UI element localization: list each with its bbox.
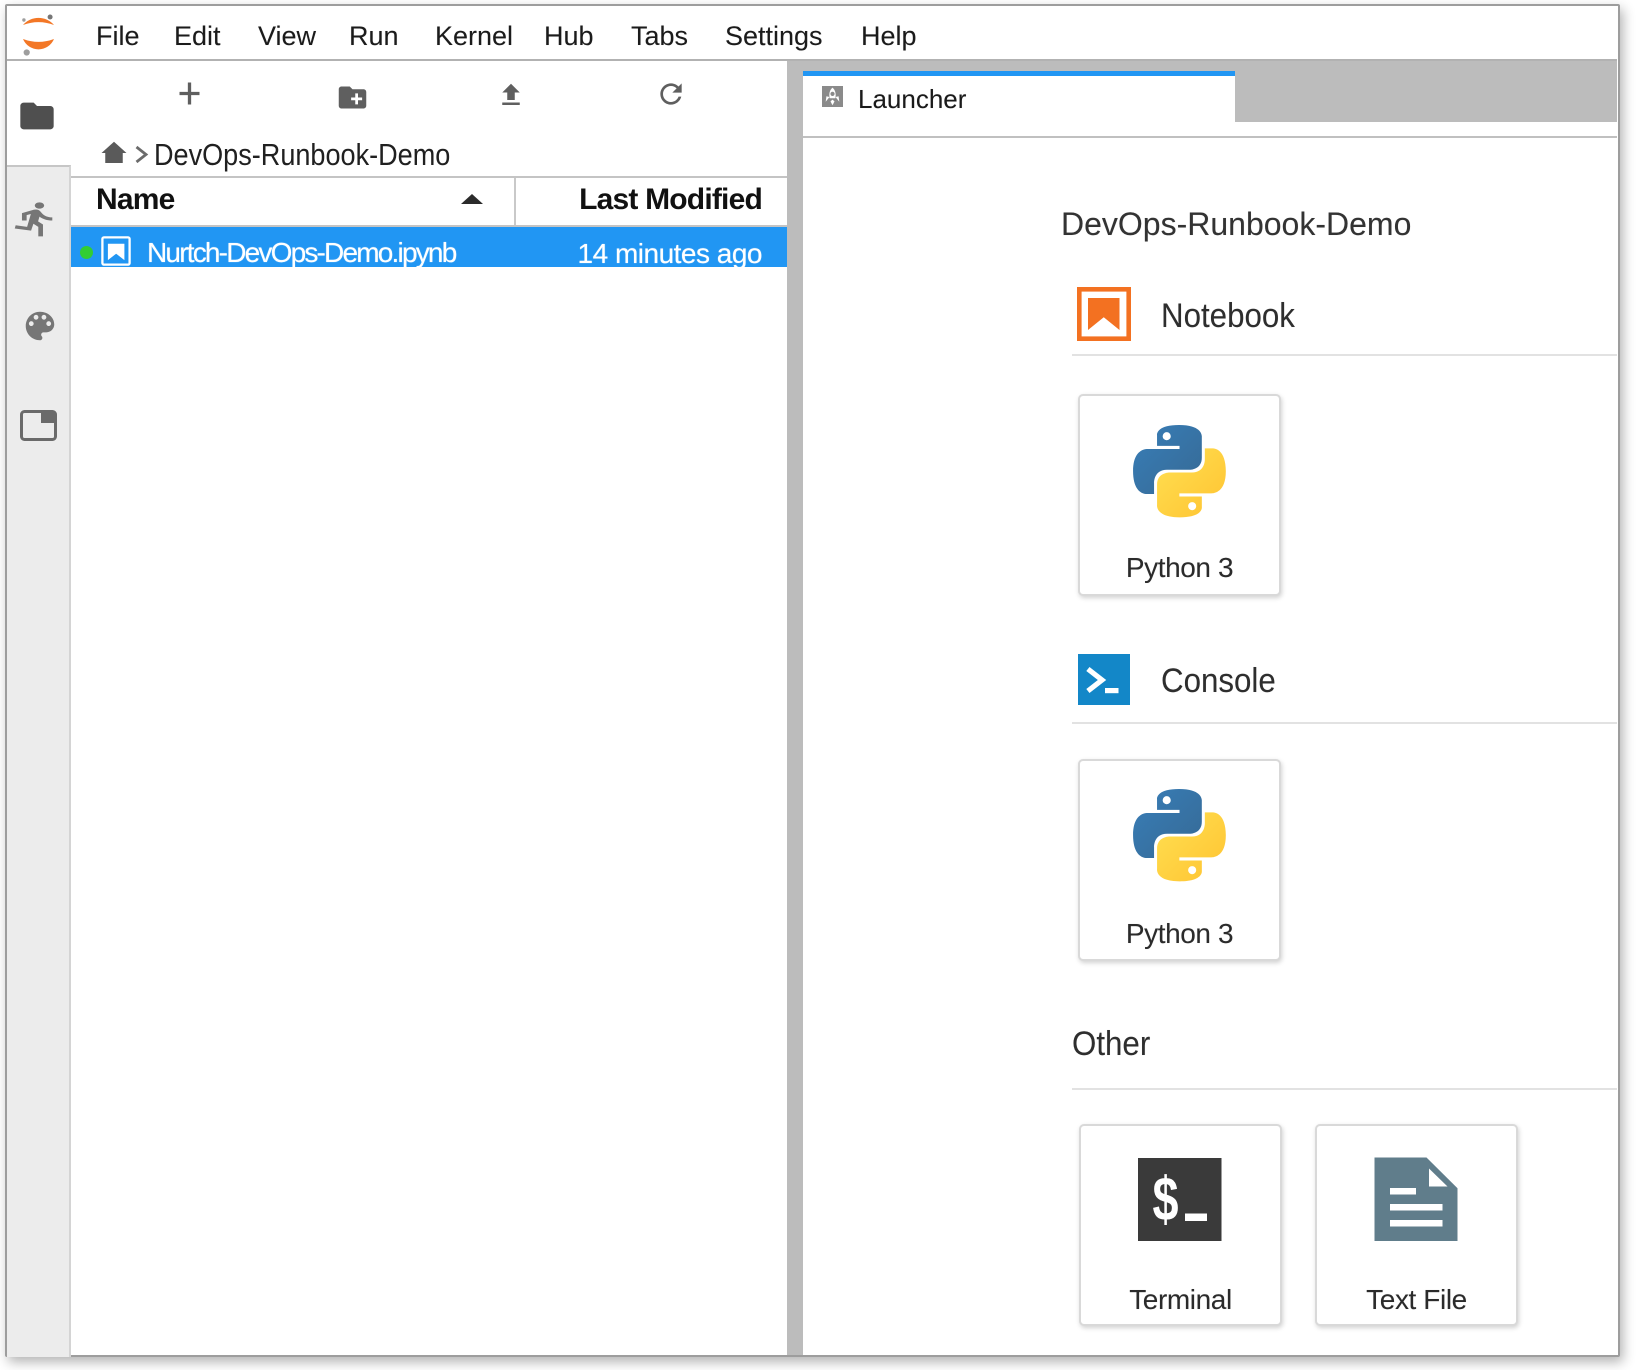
svg-text:$: $ — [1153, 1166, 1179, 1235]
